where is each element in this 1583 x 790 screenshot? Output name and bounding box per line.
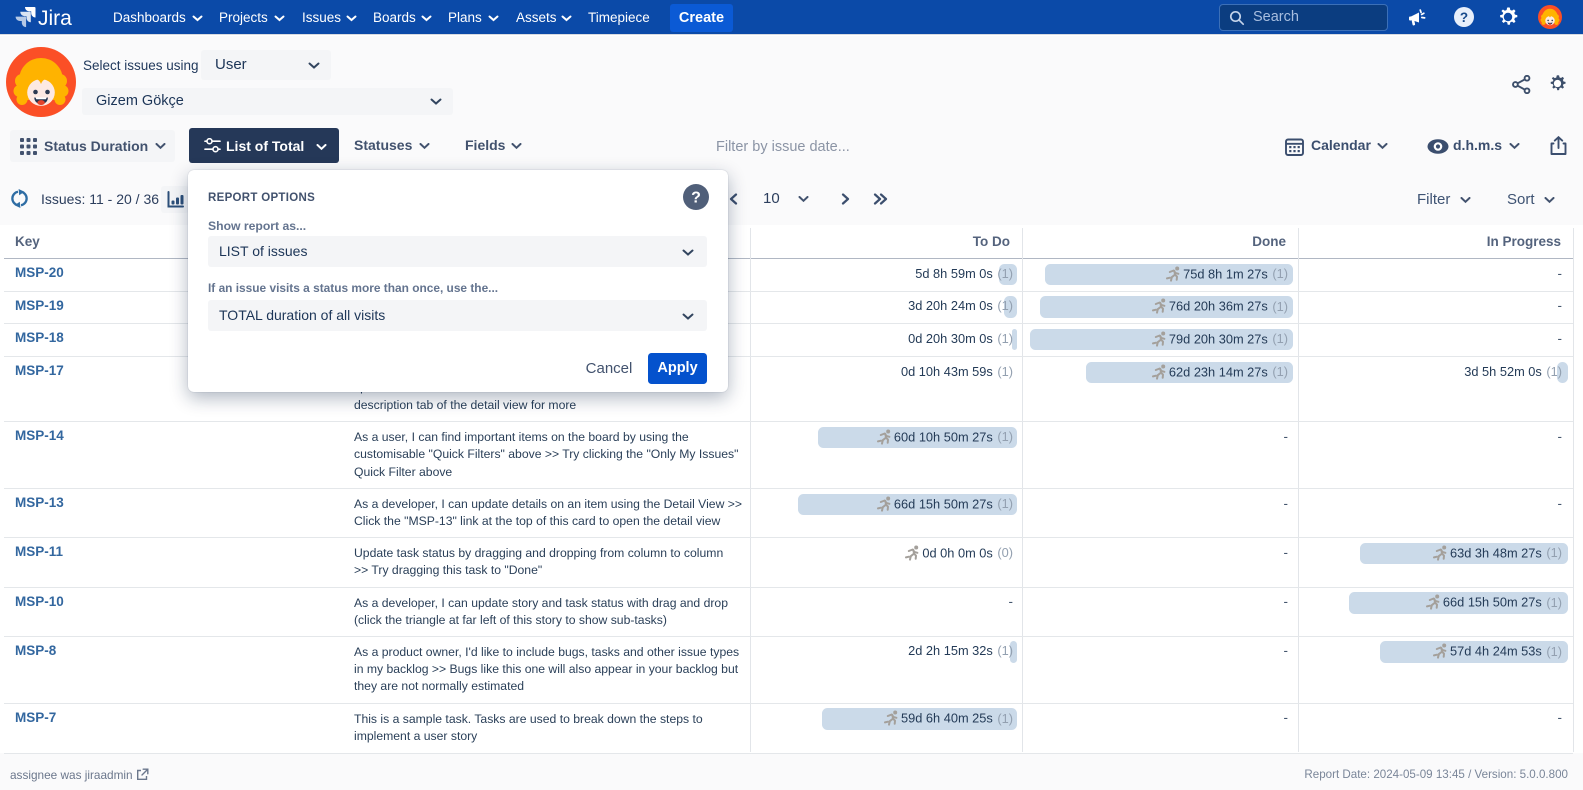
svg-text:?: ?	[691, 190, 701, 207]
svg-text:?: ?	[1460, 10, 1468, 25]
